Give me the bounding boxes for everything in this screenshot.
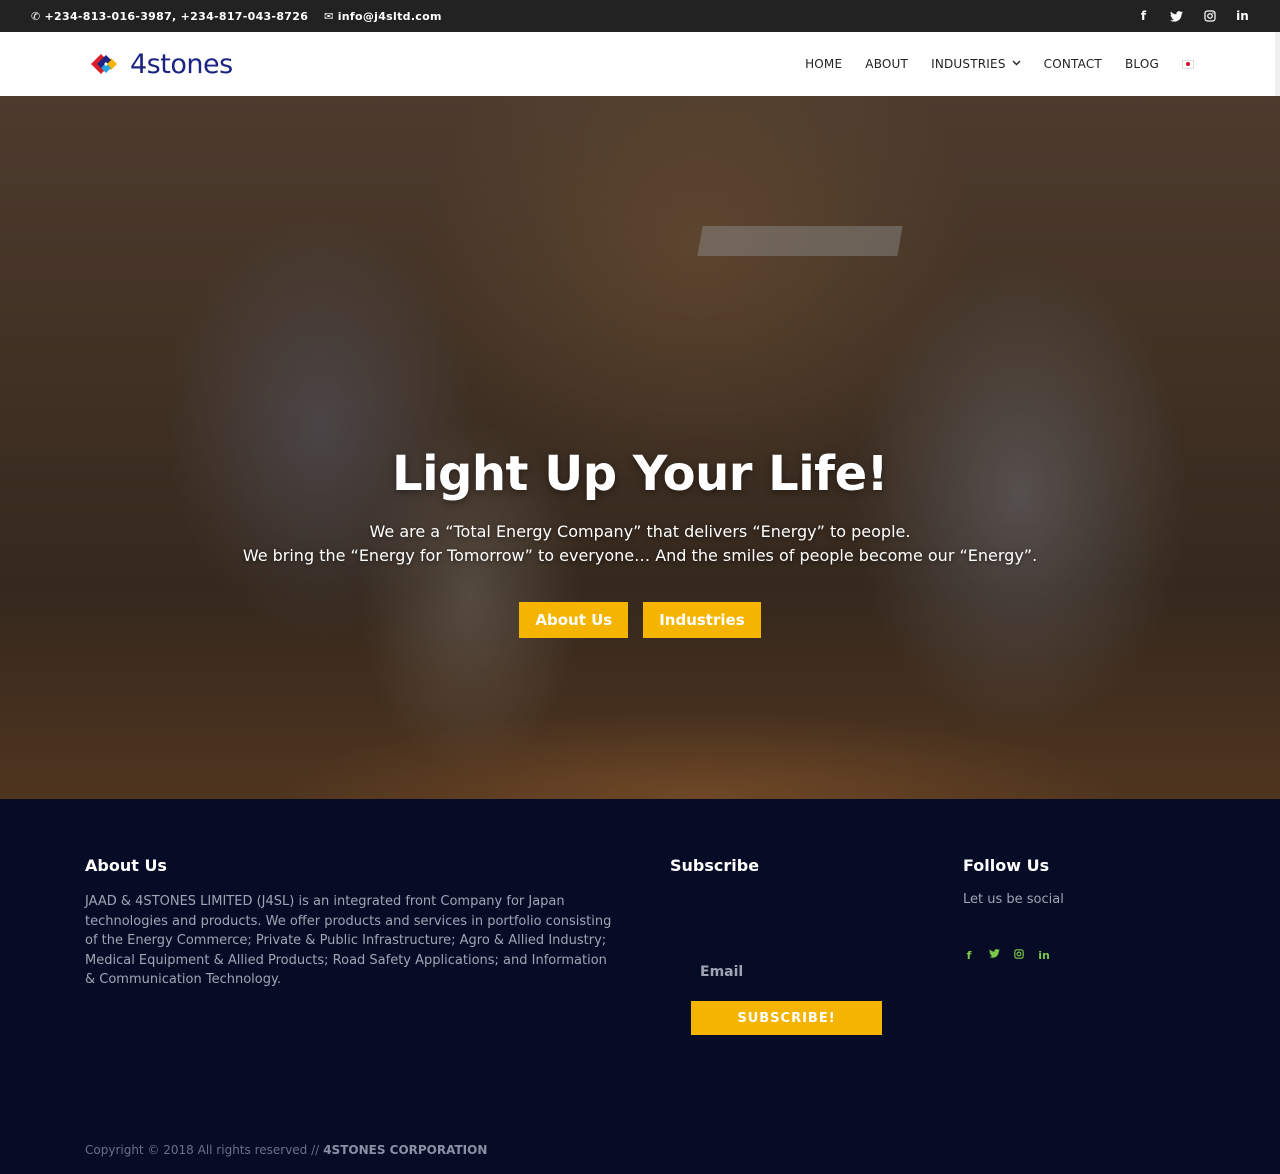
japan-flag-icon[interactable] — [1182, 59, 1194, 69]
instagram-icon[interactable] — [1013, 949, 1025, 962]
instagram-icon[interactable] — [1202, 10, 1217, 22]
facebook-icon[interactable]: f — [1136, 9, 1151, 23]
footer-about-title: About Us — [85, 856, 167, 875]
footer-about-text: JAAD & 4STONES LIMITED (J4SL) is an inte… — [85, 894, 612, 987]
nav-industries[interactable]: INDUSTRIES — [931, 57, 1021, 71]
nav-contact[interactable]: CONTACT — [1044, 57, 1102, 71]
nav-blog[interactable]: BLOG — [1125, 57, 1159, 71]
twitter-icon[interactable] — [1169, 10, 1184, 22]
logo-mark-icon — [88, 46, 128, 82]
linkedin-icon[interactable]: in — [1038, 949, 1050, 962]
phone-numbers: +234-813-016-3987, +234-817-043-8726 — [44, 9, 309, 23]
contact-info: ✆ +234-813-016-3987, +234-817-043-8726 ✉… — [31, 0, 442, 32]
main-nav: HOME ABOUT INDUSTRIES CONTACT BLOG — [805, 32, 1194, 96]
hero-subtitle: We are a “Total Energy Company” that del… — [0, 520, 1280, 568]
email-address: info@j4sltd.com — [337, 9, 442, 23]
hero-banner: Light Up Your Life! We are a “Total Ener… — [0, 96, 1280, 799]
scrollbar[interactable] — [1275, 32, 1280, 96]
nav-industries-label: INDUSTRIES — [931, 57, 1006, 71]
hero-title: Light Up Your Life! — [391, 446, 889, 502]
envelope-icon: ✉ — [324, 9, 334, 23]
nav-about[interactable]: ABOUT — [865, 57, 908, 71]
logo-text: 4stones — [130, 48, 233, 80]
chevron-down-icon — [1012, 58, 1021, 69]
footer-follow-text: Let us be social — [963, 892, 1064, 907]
subscribe-button[interactable]: SUBSCRIBE! — [691, 1001, 882, 1035]
industries-button[interactable]: Industries — [643, 602, 761, 638]
footer-subscribe-title: Subscribe — [670, 856, 760, 875]
twitter-icon[interactable] — [988, 949, 1000, 962]
top-bar: ✆ +234-813-016-3987, +234-817-043-8726 ✉… — [0, 0, 1280, 32]
site-footer: About Us JAAD & 4STONES LIMITED (J4SL) i… — [0, 799, 1280, 1174]
nav-home[interactable]: HOME — [805, 57, 842, 71]
copyright-notice: Copyright © 2018 All rights reserved //4… — [85, 1143, 487, 1157]
hero-buttons: About Us Industries — [0, 602, 1280, 638]
logo[interactable]: 4stones — [88, 46, 233, 82]
email-link[interactable]: ✉ info@j4sltd.com — [324, 10, 442, 23]
footer-social-links: f in — [963, 949, 1050, 962]
linkedin-icon[interactable]: in — [1235, 9, 1250, 23]
email-field[interactable] — [691, 955, 882, 989]
copyright-text: Copyright © 2018 All rights reserved // — [85, 1143, 320, 1157]
top-social-links: f in — [1136, 0, 1250, 32]
company-name: 4STONES CORPORATION — [323, 1143, 488, 1157]
facebook-icon[interactable]: f — [963, 949, 975, 962]
about-us-button[interactable]: About Us — [519, 602, 629, 638]
phone-icon: ✆ — [31, 9, 41, 23]
site-header: 4stones HOME ABOUT INDUSTRIES CONTACT BL… — [0, 32, 1280, 96]
hero-line-1: We are a “Total Energy Company” that del… — [369, 522, 911, 541]
hero-line-2: We bring the “Energy for Tomorrow” to ev… — [242, 546, 1038, 565]
footer-follow-title: Follow Us — [963, 856, 1050, 875]
